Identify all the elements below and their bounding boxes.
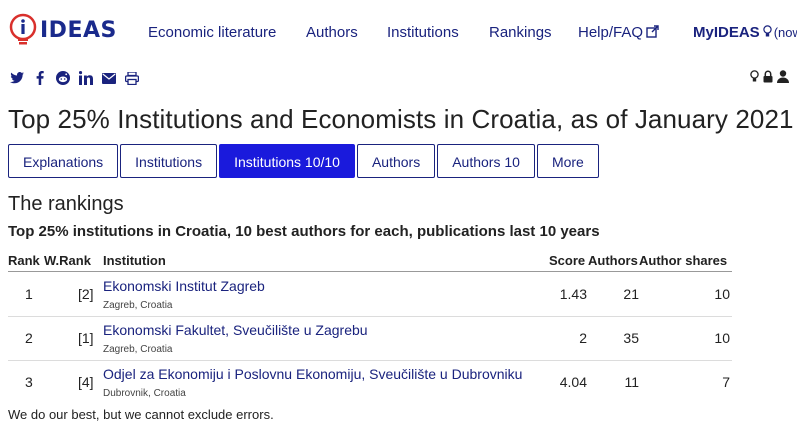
nav-institutions[interactable]: Institutions [387, 24, 459, 41]
print-icon[interactable] [125, 71, 139, 85]
cell-rank: 1 [25, 286, 33, 302]
cell-author-shares: 10 [714, 330, 730, 346]
external-link-icon [646, 25, 659, 42]
header-score: Score [549, 253, 586, 268]
institution-link[interactable]: Odjel za Ekonomiju i Poslovnu Ekonomiju,… [103, 366, 522, 382]
user-icons [750, 70, 789, 88]
header-authors: Authors [588, 253, 638, 268]
table-row: 3 [4] Odjel za Ekonomiju i Poslovnu Ekon… [8, 360, 732, 404]
section-title: The rankings [8, 193, 124, 215]
ideas-bulb-icon [8, 13, 38, 47]
linkedin-icon[interactable] [79, 71, 93, 85]
cell-author-shares: 10 [714, 286, 730, 302]
institution-link[interactable]: Ekonomski Institut Zagreb [103, 278, 265, 294]
cell-score: 1.43 [559, 286, 587, 302]
institution-location: Dubrovnik, Croatia [103, 388, 186, 399]
cell-authors: 11 [624, 374, 639, 390]
tab-authors-10[interactable]: Authors 10 [437, 144, 535, 178]
lock-icon[interactable] [763, 70, 773, 88]
nav-rankings[interactable]: Rankings [489, 24, 552, 41]
nav-myideas[interactable]: MyIDEAS (now [693, 24, 797, 42]
cell-rank: 2 [25, 330, 33, 346]
cell-score: 2 [579, 330, 587, 346]
twitter-icon[interactable] [10, 71, 24, 85]
cell-wrank: [4] [78, 374, 94, 390]
institution-location: Zagreb, Croatia [103, 300, 173, 311]
cell-authors: 21 [623, 286, 639, 302]
cell-wrank: [1] [78, 330, 94, 346]
nav-myideas-label: MyIDEAS [693, 24, 760, 41]
nav-myideas-suffix: (now [773, 25, 797, 40]
logo-text: IDEAS [40, 17, 117, 43]
header-author-shares: Author shares [639, 253, 728, 268]
share-icons [10, 71, 139, 85]
top-navigation: IDEAS Economic literature Authors Instit… [0, 0, 797, 62]
tab-more[interactable]: More [536, 144, 599, 178]
user-icon[interactable] [777, 70, 789, 88]
cell-author-shares: 7 [722, 374, 730, 390]
header-rank: Rank [8, 253, 40, 268]
nav-authors[interactable]: Authors [306, 24, 358, 41]
tab-institutions[interactable]: Institutions [120, 144, 218, 178]
nav-economic-literature[interactable]: Economic literature [148, 24, 276, 41]
lightbulb-icon [762, 25, 772, 42]
ideas-logo[interactable]: IDEAS [8, 13, 117, 47]
disclaimer-note: We do our best, but we cannot exclude er… [8, 407, 274, 422]
ranking-subtitle: Top 25% institutions in Croatia, 10 best… [8, 223, 600, 240]
table-row: 1 [2] Ekonomski Institut Zagreb Zagreb, … [8, 272, 732, 317]
lightbulb-icon[interactable] [750, 70, 759, 88]
reddit-icon[interactable] [56, 71, 70, 85]
institution-location: Zagreb, Croatia [103, 344, 173, 355]
page-title: Top 25% Institutions and Economists in C… [8, 104, 794, 134]
header-institution: Institution [103, 253, 166, 268]
facebook-icon[interactable] [33, 71, 47, 85]
table-row: 2 [1] Ekonomski Fakultet, Sveučilište u … [8, 316, 732, 361]
tab-authors[interactable]: Authors [356, 144, 436, 178]
tab-explanations[interactable]: Explanations [8, 144, 119, 178]
ranking-tabs: Explanations Institutions Institutions 1… [8, 144, 601, 178]
cell-wrank: [2] [78, 286, 94, 302]
nav-help-label: Help/FAQ [578, 24, 644, 41]
cell-authors: 35 [623, 330, 639, 346]
cell-score: 4.04 [559, 374, 587, 390]
nav-help-faq[interactable]: Help/FAQ [578, 24, 659, 42]
email-icon[interactable] [102, 71, 116, 85]
header-wrank: W.Rank [44, 253, 91, 268]
cell-rank: 3 [25, 374, 33, 390]
institution-link[interactable]: Ekonomski Fakultet, Sveučilište u Zagreb… [103, 322, 368, 338]
tab-institutions-10-10[interactable]: Institutions 10/10 [219, 144, 355, 178]
